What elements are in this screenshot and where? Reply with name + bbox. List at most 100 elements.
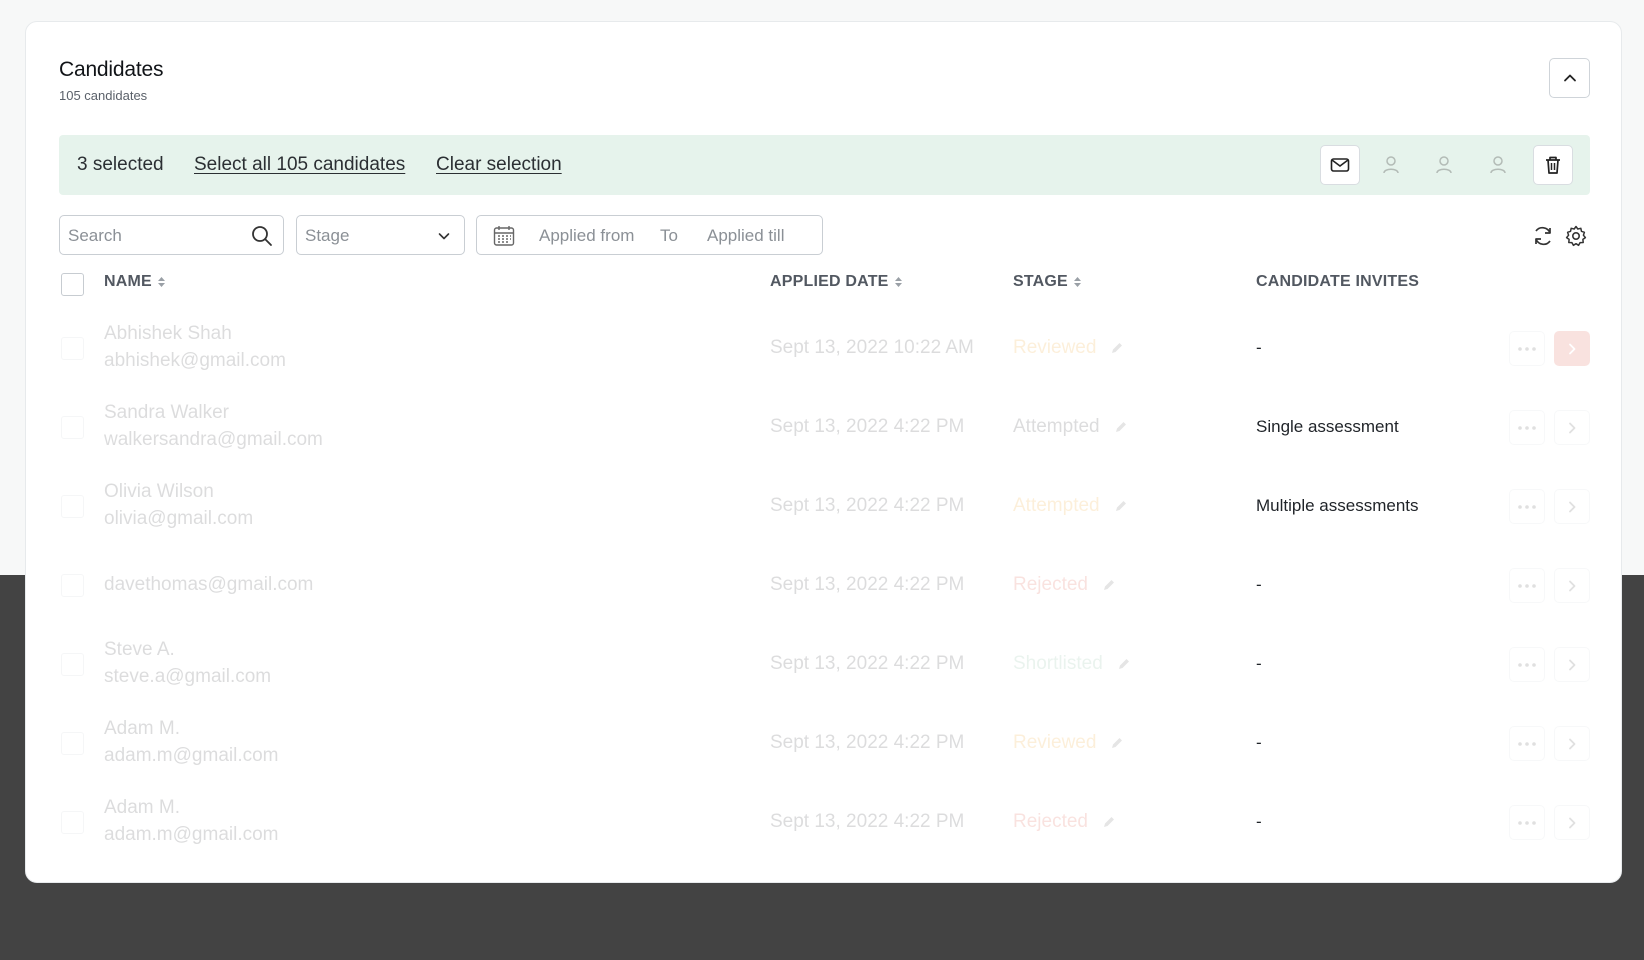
refresh-icon	[1535, 226, 1551, 246]
select-all-link[interactable]: Select all 105 candidates	[194, 154, 405, 176]
settings-button[interactable]	[1563, 223, 1589, 249]
selected-count: 3 selected	[77, 154, 164, 175]
chevron-right-icon	[1569, 580, 1576, 591]
chevron-right-icon	[1569, 501, 1576, 512]
search-placeholder: Search	[68, 226, 122, 245]
open-candidate-button[interactable]	[1554, 331, 1590, 366]
chevron-right-icon	[1569, 422, 1576, 433]
column-applied-date-label: APPLIED DATE	[770, 273, 889, 290]
candidate-invites: -	[1256, 812, 1262, 831]
stage-label: Reviewed	[1013, 337, 1097, 358]
row-checkbox[interactable]	[61, 653, 84, 676]
column-stage[interactable]: STAGE	[1013, 273, 1082, 291]
candidate-name[interactable]: Abhishek Shah	[104, 323, 232, 345]
applied-date: Sept 13, 2022 4:22 PM	[770, 653, 965, 674]
sort-icon	[894, 277, 902, 287]
candidate-name[interactable]: Adam M.	[104, 718, 180, 740]
sort-icon	[1073, 277, 1081, 287]
open-candidate-button[interactable]	[1554, 805, 1590, 840]
stage-label: Rejected	[1013, 574, 1088, 595]
edit-icon[interactable]	[1102, 578, 1116, 592]
applied-date-range[interactable]: Applied from To Applied till	[476, 215, 823, 255]
search-icon[interactable]	[250, 224, 274, 248]
edit-icon[interactable]	[1114, 499, 1128, 513]
row-checkbox[interactable]	[61, 574, 84, 597]
applied-till-field[interactable]: Applied till	[707, 226, 785, 246]
column-candidate-invites: CANDIDATE INVITES	[1256, 273, 1419, 291]
candidate-invites: Multiple assessments	[1256, 496, 1419, 515]
column-name-label: NAME	[104, 273, 152, 290]
collapse-button[interactable]	[1549, 58, 1590, 98]
stage-cell: Attempted	[1013, 495, 1128, 517]
more-options-button[interactable]	[1509, 489, 1545, 524]
table-row[interactable]: Steve A. steve.a@gmail.com Sept 13, 2022 4…	[26, 625, 1623, 704]
email-button[interactable]	[1320, 145, 1360, 185]
candidate-email: olivia@gmail.com	[104, 508, 254, 529]
candidate-name[interactable]: Sandra Walker	[104, 402, 229, 424]
open-candidate-button[interactable]	[1554, 410, 1590, 445]
column-name[interactable]: NAME	[104, 273, 166, 291]
trash-icon	[1546, 156, 1560, 174]
reject-user-button[interactable]	[1479, 145, 1519, 185]
select-all-checkbox[interactable]	[61, 273, 84, 296]
applied-date: Sept 13, 2022 4:22 PM	[770, 495, 965, 516]
open-candidate-button[interactable]	[1554, 647, 1590, 682]
table-row[interactable]: Sandra Walker walkersandra@gmail.com Sept …	[26, 388, 1623, 467]
chevron-right-icon	[1569, 817, 1576, 828]
chevron-up-icon	[1563, 74, 1576, 82]
table-row[interactable]: Olivia Wilson olivia@gmail.com Sept 13, 20…	[26, 467, 1623, 546]
more-icon	[1518, 504, 1536, 509]
candidate-invites: Single assessment	[1256, 417, 1399, 436]
delete-button[interactable]	[1533, 145, 1573, 185]
candidate-name[interactable]: Adam M.	[104, 797, 180, 819]
more-options-button[interactable]	[1509, 647, 1545, 682]
stage-placeholder: Stage	[305, 226, 350, 245]
more-options-button[interactable]	[1509, 805, 1545, 840]
edit-icon[interactable]	[1110, 341, 1124, 355]
candidate-invites: -	[1256, 338, 1262, 357]
row-checkbox[interactable]	[61, 811, 84, 834]
open-candidate-button[interactable]	[1554, 726, 1590, 761]
more-icon	[1518, 741, 1536, 746]
assign-user-button[interactable]	[1372, 145, 1412, 185]
row-checkbox[interactable]	[61, 495, 84, 518]
more-icon	[1518, 346, 1536, 351]
candidate-invites: -	[1256, 733, 1262, 752]
applied-date: Sept 13, 2022 4:22 PM	[770, 574, 965, 595]
more-options-button[interactable]	[1509, 410, 1545, 445]
table-row[interactable]: Adam M. adam.m@gmail.com Sept 13, 2022 4:2…	[26, 704, 1623, 783]
candidate-name[interactable]: Olivia Wilson	[104, 481, 214, 503]
table-row[interactable]: Abhishek Shah abhishek@gmail.com Sept 13, …	[26, 309, 1623, 388]
edit-icon[interactable]	[1102, 815, 1116, 829]
edit-icon[interactable]	[1117, 657, 1131, 671]
more-options-button[interactable]	[1509, 331, 1545, 366]
candidate-name[interactable]: Steve A.	[104, 639, 175, 661]
edit-icon[interactable]	[1110, 736, 1124, 750]
move-user-button[interactable]	[1425, 145, 1465, 185]
refresh-button[interactable]	[1530, 223, 1556, 249]
row-checkbox[interactable]	[61, 416, 84, 439]
stage-label: Reviewed	[1013, 732, 1097, 753]
edit-icon[interactable]	[1114, 420, 1128, 434]
candidate-count: 105 candidates	[59, 88, 148, 103]
stage-label: Attempted	[1013, 495, 1100, 516]
column-applied-date[interactable]: APPLIED DATE	[770, 273, 903, 291]
more-options-button[interactable]	[1509, 726, 1545, 761]
applied-from-field[interactable]: Applied from	[539, 226, 634, 246]
table-row[interactable]: Adam M. adam.m@gmail.com Sept 13, 2022 4:2…	[26, 783, 1623, 862]
chevron-right-icon	[1569, 659, 1576, 670]
table-row[interactable]: davethomas@gmail.com Sept 13, 2022 4:22 P…	[26, 546, 1623, 625]
more-options-button[interactable]	[1509, 568, 1545, 603]
stage-cell: Rejected	[1013, 811, 1116, 833]
search-input[interactable]: Search	[59, 215, 284, 255]
clear-selection-link[interactable]: Clear selection	[436, 154, 562, 176]
open-candidate-button[interactable]	[1554, 489, 1590, 524]
candidate-email: adam.m@gmail.com	[104, 745, 279, 766]
open-candidate-button[interactable]	[1554, 568, 1590, 603]
user-icon	[1490, 156, 1506, 174]
user-icon	[1383, 156, 1399, 174]
applied-date: Sept 13, 2022 4:22 PM	[770, 416, 965, 437]
row-checkbox[interactable]	[61, 732, 84, 755]
row-checkbox[interactable]	[61, 337, 84, 360]
stage-select[interactable]: Stage	[296, 215, 465, 255]
